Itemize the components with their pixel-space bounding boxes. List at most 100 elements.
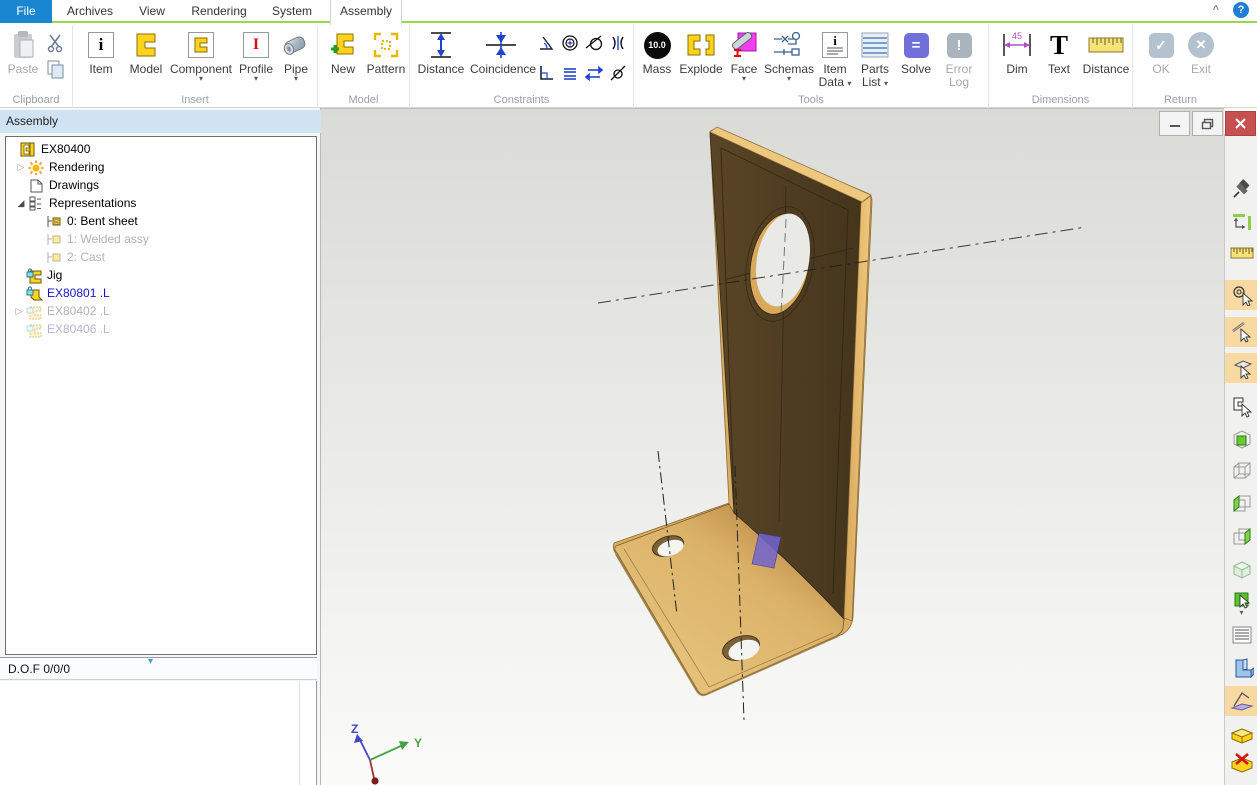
unfold-button[interactable] bbox=[1225, 686, 1257, 716]
profile-dropdown-caret[interactable]: ▾ bbox=[235, 76, 277, 82]
expander-collapsed-icon[interactable]: ▷ bbox=[14, 162, 28, 173]
offset-measure-button[interactable] bbox=[1225, 208, 1257, 238]
model-button[interactable]: Model bbox=[125, 27, 167, 93]
angle-icon bbox=[537, 34, 555, 52]
box-button[interactable] bbox=[1225, 720, 1257, 750]
mass-button[interactable]: 10.0 Mass bbox=[638, 27, 676, 93]
tree-item-rep-cast[interactable]: 2: Cast bbox=[6, 248, 105, 266]
select-circle-button[interactable] bbox=[1225, 280, 1257, 310]
new-button[interactable]: New bbox=[324, 27, 362, 93]
angle-constraint-button[interactable] bbox=[534, 29, 558, 57]
close-button[interactable] bbox=[1225, 111, 1256, 136]
item-data-dropdown-caret[interactable]: ▾ bbox=[847, 79, 851, 88]
right-toolbar: ▾ bbox=[1224, 134, 1257, 785]
toolbar-dropdown-caret[interactable]: ▾ bbox=[1225, 606, 1257, 618]
pattern-button[interactable]: Pattern bbox=[364, 27, 408, 93]
face-dropdown-caret[interactable]: ▾ bbox=[726, 76, 762, 82]
component-dropdown-caret[interactable]: ▾ bbox=[169, 76, 233, 82]
list-icon bbox=[1232, 626, 1252, 644]
expander-collapsed-icon[interactable]: ▷ bbox=[12, 306, 26, 317]
tree-item-ex80801[interactable]: EX80801 .L bbox=[6, 284, 110, 302]
dof-status-bar: ▾ D.O.F 0/0/0 bbox=[0, 657, 317, 680]
cut-button[interactable] bbox=[44, 29, 68, 57]
paste-button[interactable]: Paste bbox=[2, 27, 44, 93]
ruler-button[interactable] bbox=[1225, 238, 1257, 268]
coincidence-button[interactable]: Coincidence bbox=[470, 27, 532, 93]
view-wireframe-button[interactable] bbox=[1225, 456, 1257, 486]
dim-button[interactable]: 45 Dim bbox=[997, 27, 1037, 93]
assembly-tree[interactable]: EX80400 ▷ Rendering Drawings ◢ Represent… bbox=[5, 136, 317, 655]
pattern-icon bbox=[364, 27, 408, 63]
tree-item-ex80402[interactable]: ▷ EX80402 .L bbox=[6, 302, 110, 320]
help-icon[interactable]: ? bbox=[1233, 2, 1249, 18]
parts-list-button[interactable]: PartsList ▾ bbox=[856, 27, 894, 93]
tree-item-rendering[interactable]: ▷ Rendering bbox=[6, 158, 104, 176]
concentric-constraint-button[interactable] bbox=[558, 29, 582, 57]
parts-list-dropdown-caret[interactable]: ▾ bbox=[884, 79, 888, 88]
parallel-constraint-button[interactable] bbox=[582, 59, 606, 87]
tree-item-rep-bent-sheet[interactable]: 0: Bent sheet bbox=[6, 212, 138, 230]
solve-button[interactable]: = Solve bbox=[896, 27, 936, 93]
ribbon-group-tools: 10.0 Mass Explode Face ▾ Schema bbox=[634, 25, 989, 108]
copy-button[interactable] bbox=[44, 55, 68, 83]
view-ghost-button[interactable] bbox=[1225, 554, 1257, 584]
select-face-button[interactable] bbox=[1225, 353, 1257, 383]
schemas-dropdown-caret[interactable]: ▾ bbox=[764, 76, 814, 82]
tab-rendering[interactable]: Rendering bbox=[184, 0, 254, 23]
restore-button[interactable] bbox=[1192, 111, 1223, 136]
minimize-button[interactable] bbox=[1159, 111, 1190, 136]
exit-x-icon: ✕ bbox=[1188, 32, 1214, 58]
box-delete-button[interactable] bbox=[1225, 748, 1257, 778]
explode-icon bbox=[678, 27, 724, 63]
pipe-button[interactable]: Pipe ▾ bbox=[277, 27, 315, 93]
tab-archives[interactable]: Archives bbox=[60, 0, 120, 23]
item-button[interactable]: i Item bbox=[81, 27, 121, 93]
tree-item-rep-welded-assy[interactable]: 1: Welded assy bbox=[6, 230, 149, 248]
select-edge-button[interactable] bbox=[1225, 317, 1257, 347]
pipe-dropdown-caret[interactable]: ▾ bbox=[277, 76, 315, 82]
tab-view[interactable]: View bbox=[128, 0, 176, 23]
group-label-insert: Insert bbox=[73, 94, 317, 106]
bent-part-button[interactable] bbox=[1225, 654, 1257, 684]
schemas-button[interactable]: Schemas ▾ bbox=[764, 27, 814, 93]
ribbon-group-return: ✓ OK ✕ Exit Return bbox=[1133, 25, 1228, 108]
dof-list-panel[interactable] bbox=[0, 681, 317, 785]
pin-button[interactable] bbox=[1225, 174, 1257, 204]
view-solid-button[interactable] bbox=[1225, 424, 1257, 454]
exit-button[interactable]: ✕ Exit bbox=[1183, 27, 1219, 93]
tab-file[interactable]: File bbox=[0, 0, 52, 23]
splitter-arrow-icon[interactable]: ▾ bbox=[148, 651, 153, 673]
component-button[interactable]: Component ▾ bbox=[169, 27, 233, 93]
tab-system[interactable]: System bbox=[262, 0, 322, 23]
equal-constraint-button[interactable] bbox=[558, 59, 582, 87]
viewport-3d[interactable]: Z Y bbox=[321, 108, 1224, 785]
explode-button[interactable]: Explode bbox=[678, 27, 724, 93]
symmetric-constraint-button[interactable] bbox=[606, 29, 630, 57]
tree-item-jig[interactable]: Jig bbox=[6, 266, 62, 284]
ok-button[interactable]: ✓ OK bbox=[1143, 27, 1179, 93]
viewport-canvas[interactable]: Z Y bbox=[321, 109, 1224, 785]
tree-item-ex80400[interactable]: EX80400 bbox=[6, 140, 90, 158]
profile-button[interactable]: I Profile ▾ bbox=[235, 27, 277, 93]
expander-expanded-icon[interactable]: ◢ bbox=[14, 198, 28, 209]
view-hidden-left-button[interactable] bbox=[1225, 489, 1257, 519]
text-button[interactable]: T Text bbox=[1041, 27, 1077, 93]
item-data-button[interactable]: i ItemData ▾ bbox=[816, 27, 854, 93]
tree-item-representations[interactable]: ◢ Representations bbox=[6, 194, 136, 212]
face-button[interactable]: Face ▾ bbox=[726, 27, 762, 93]
distance-measure-button[interactable]: Distance bbox=[1079, 27, 1133, 93]
error-log-button[interactable]: ! ErrorLog bbox=[938, 27, 980, 93]
list-view-button[interactable] bbox=[1225, 620, 1257, 650]
tree-item-ex80406[interactable]: EX80406 .L bbox=[6, 320, 110, 338]
tangent-constraint-button[interactable] bbox=[582, 29, 606, 57]
export-arrow-button[interactable] bbox=[1225, 780, 1257, 785]
collapse-ribbon-icon[interactable]: ^ bbox=[1213, 4, 1219, 16]
tree-item-drawings[interactable]: Drawings bbox=[6, 176, 99, 194]
anti-tangent-constraint-button[interactable] bbox=[606, 59, 630, 87]
view-hidden-right-button[interactable] bbox=[1225, 522, 1257, 552]
copy-icon bbox=[46, 59, 66, 79]
perpendicular-constraint-button[interactable] bbox=[534, 59, 558, 87]
distance-constraint-button[interactable]: Distance bbox=[414, 27, 468, 93]
tab-assembly[interactable]: Assembly bbox=[330, 0, 402, 25]
select-component-button[interactable] bbox=[1225, 392, 1257, 422]
